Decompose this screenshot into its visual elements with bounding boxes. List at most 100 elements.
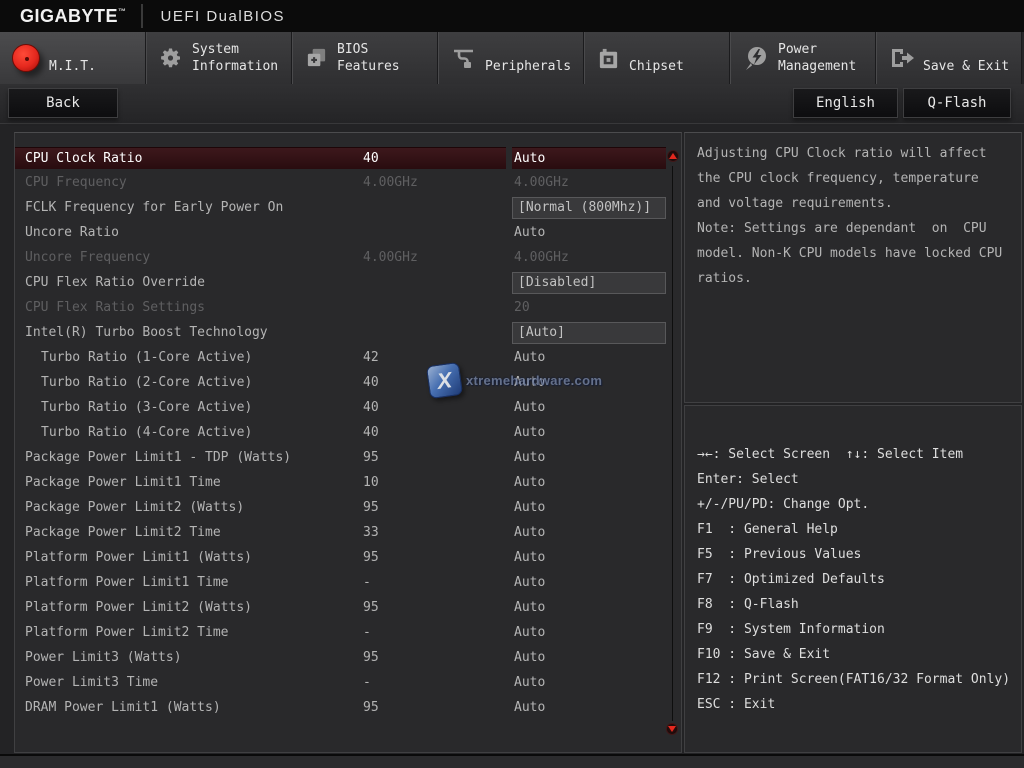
scroll-up-arrow[interactable] bbox=[667, 150, 679, 162]
setting-row[interactable]: Turbo Ratio (3-Core Active)40Auto bbox=[15, 395, 681, 420]
setting-label: Uncore Ratio bbox=[15, 225, 363, 240]
setting-current-value: 95 bbox=[363, 450, 506, 465]
setting-option-text: Auto bbox=[512, 375, 545, 390]
chip-icon bbox=[597, 47, 620, 70]
triangle-up-icon bbox=[669, 153, 677, 159]
setting-row[interactable]: Uncore Frequency4.00GHz4.00GHz bbox=[15, 245, 681, 270]
setting-row-main: Package Power Limit1 Time10 bbox=[15, 472, 506, 494]
setting-option-value: Auto bbox=[512, 597, 666, 619]
setting-label: DRAM Power Limit1 (Watts) bbox=[15, 700, 363, 715]
setting-row[interactable]: Package Power Limit2 (Watts)95Auto bbox=[15, 495, 681, 520]
setting-label: Package Power Limit2 Time bbox=[15, 525, 363, 540]
key-legend-line: Enter: Select bbox=[697, 467, 1021, 492]
triangle-down-icon bbox=[668, 726, 676, 732]
setting-label: Platform Power Limit2 (Watts) bbox=[15, 600, 363, 615]
setting-option-value: Auto bbox=[512, 447, 666, 469]
help-text-line: model. Non-K CPU models have locked CPU bbox=[697, 241, 1021, 266]
setting-row[interactable]: Turbo Ratio (4-Core Active)40 Auto bbox=[15, 420, 681, 445]
tab-label: Peripherals bbox=[485, 58, 571, 75]
setting-option-text: Auto bbox=[512, 650, 545, 665]
tab-label: BIOSFeatures bbox=[337, 41, 400, 75]
setting-option-value: Auto bbox=[512, 347, 666, 369]
scrollbar-track[interactable] bbox=[672, 166, 673, 721]
tab-power-management[interactable]: PowerManagement bbox=[730, 32, 876, 84]
setting-row[interactable]: Platform Power Limit2 Time-Auto bbox=[15, 620, 681, 645]
tab-system-information[interactable]: SystemInformation bbox=[146, 32, 292, 84]
qflash-button[interactable]: Q-Flash bbox=[903, 88, 1011, 118]
setting-row[interactable]: Package Power Limit1 Time10Auto bbox=[15, 470, 681, 495]
setting-option-value[interactable]: [Auto] bbox=[512, 322, 666, 344]
tab-mit[interactable]: M.I.T. bbox=[0, 32, 146, 84]
setting-option-value: Auto bbox=[512, 522, 666, 544]
setting-row[interactable]: Turbo Ratio (1-Core Active)42Auto bbox=[15, 345, 681, 370]
setting-option-value: 4.00GHz bbox=[512, 172, 666, 194]
brand-text: GIGABYTE bbox=[20, 6, 118, 26]
setting-current-value: 95 bbox=[363, 550, 506, 565]
setting-row[interactable]: CPU Frequency4.00GHz4.00GHz bbox=[15, 170, 681, 195]
setting-row-main: FCLK Frequency for Early Power On bbox=[15, 197, 506, 219]
setting-current-value: 40 bbox=[363, 375, 506, 390]
tab-label: SystemInformation bbox=[192, 41, 278, 75]
lightning-icon bbox=[743, 46, 769, 71]
setting-row[interactable]: Turbo Ratio (2-Core Active)40Auto bbox=[15, 370, 681, 395]
setting-row[interactable]: Platform Power Limit1 (Watts)95 Auto bbox=[15, 545, 681, 570]
language-button[interactable]: English bbox=[793, 88, 898, 118]
setting-row[interactable]: Package Power Limit1 - TDP (Watts)95Auto bbox=[15, 445, 681, 470]
setting-label: Platform Power Limit1 (Watts) bbox=[15, 550, 363, 565]
settings-rows: CPU Clock Ratio40AutoCPU Frequency4.00GH… bbox=[15, 133, 681, 720]
setting-row-main: CPU Flex Ratio Settings bbox=[15, 297, 506, 319]
setting-option-value: Auto bbox=[512, 697, 666, 719]
key-legend-line: +/-/PU/PD: Change Opt. bbox=[697, 492, 1021, 517]
setting-current-value: 95 bbox=[363, 650, 506, 665]
setting-option-text: Auto bbox=[512, 550, 545, 565]
setting-row[interactable]: Power Limit3 Time-Auto bbox=[15, 670, 681, 695]
setting-row[interactable]: CPU Flex Ratio Override[Disabled] bbox=[15, 270, 681, 295]
toolbar-strip: Back English Q-Flash bbox=[0, 84, 1024, 124]
setting-option-value: Auto bbox=[512, 672, 666, 694]
setting-label: Uncore Frequency bbox=[15, 250, 363, 265]
setting-row[interactable]: Platform Power Limit2 (Watts)95Auto bbox=[15, 595, 681, 620]
setting-row[interactable]: Uncore Ratio Auto bbox=[15, 220, 681, 245]
setting-current-value: 40 bbox=[363, 151, 506, 166]
setting-row[interactable]: CPU Clock Ratio40 Auto bbox=[15, 145, 681, 170]
trademark-symbol: ™ bbox=[118, 7, 127, 16]
tab-bios-features[interactable]: BIOSFeatures bbox=[292, 32, 438, 84]
setting-row[interactable]: Platform Power Limit1 Time-Auto bbox=[15, 570, 681, 595]
tab-peripherals[interactable]: Peripherals bbox=[438, 32, 584, 84]
setting-row[interactable]: DRAM Power Limit1 (Watts)95Auto bbox=[15, 695, 681, 720]
tab-chipset[interactable]: Chipset bbox=[584, 32, 730, 84]
setting-row[interactable]: CPU Flex Ratio Settings20 bbox=[15, 295, 681, 320]
setting-row[interactable]: Power Limit3 (Watts)95Auto bbox=[15, 645, 681, 670]
mit-red-dot-icon bbox=[12, 44, 40, 72]
setting-option-value: Auto bbox=[512, 572, 666, 594]
tab-label: PowerManagement bbox=[778, 41, 856, 75]
setting-option-text: 4.00GHz bbox=[512, 175, 569, 190]
setting-label: Power Limit3 Time bbox=[15, 675, 363, 690]
setting-option-value: Auto bbox=[512, 422, 666, 444]
setting-option-value: Auto bbox=[512, 222, 666, 244]
setting-option-text: Auto bbox=[512, 151, 545, 166]
setting-option-value[interactable]: [Disabled] bbox=[512, 272, 666, 294]
setting-row[interactable]: Intel(R) Turbo Boost Technology [Auto] bbox=[15, 320, 681, 345]
scroll-down-arrow[interactable] bbox=[666, 723, 678, 735]
setting-option-value[interactable]: [Normal (800Mhz)] bbox=[512, 197, 666, 219]
setting-row[interactable]: Package Power Limit2 Time33Auto bbox=[15, 520, 681, 545]
help-text-line: ratios. bbox=[697, 266, 1021, 291]
setting-row[interactable]: FCLK Frequency for Early Power On [Normal… bbox=[15, 195, 681, 220]
setting-current-value: 10 bbox=[363, 475, 506, 490]
gear-icon bbox=[159, 46, 183, 70]
bottom-bar bbox=[0, 754, 1024, 768]
setting-label: CPU Frequency bbox=[15, 175, 363, 190]
setting-label: Intel(R) Turbo Boost Technology bbox=[15, 325, 363, 340]
setting-current-value: 40 bbox=[363, 425, 506, 440]
key-legend-line: F7 : Optimized Defaults bbox=[697, 567, 1021, 592]
back-button[interactable]: Back bbox=[8, 88, 118, 118]
setting-current-value: - bbox=[363, 625, 506, 640]
setting-label: Turbo Ratio (4-Core Active) bbox=[15, 425, 363, 440]
tab-save-exit[interactable]: Save & Exit bbox=[876, 32, 1022, 84]
setting-option-text: Auto bbox=[512, 350, 545, 365]
connector-icon bbox=[451, 47, 476, 69]
setting-option-value: 4.00GHz bbox=[512, 247, 666, 269]
setting-label: CPU Clock Ratio bbox=[15, 151, 363, 166]
top-banner: GIGABYTE™ UEFI DualBIOS bbox=[0, 0, 1024, 32]
